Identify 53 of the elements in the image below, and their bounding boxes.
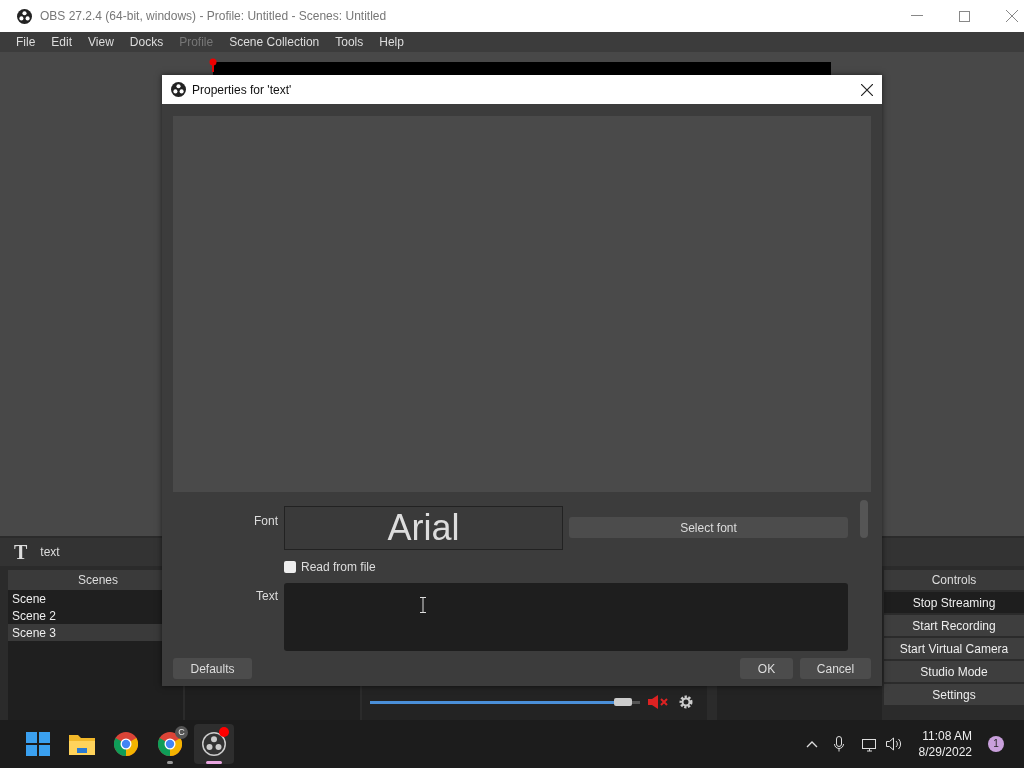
- playhead-pin-icon: [209, 58, 217, 72]
- ok-button[interactable]: OK: [740, 658, 793, 679]
- text-input-field[interactable]: [284, 583, 848, 651]
- menu-item[interactable]: Docks: [121, 33, 172, 51]
- scrollbar-thumb-icon[interactable]: [860, 500, 868, 538]
- settings-icon[interactable]: [678, 694, 694, 710]
- control-button[interactable]: Studio Mode: [884, 661, 1024, 682]
- cancel-button[interactable]: Cancel: [800, 658, 871, 679]
- window-title: OBS 27.2.4 (64-bit, windows) - Profile: Untitled - Scenes: Untitled: [40, 8, 387, 25]
- control-button[interactable]: Stop Streaming: [884, 592, 1024, 613]
- profile-badge: C: [175, 726, 188, 739]
- menu-item[interactable]: Help: [371, 33, 412, 51]
- volume-icon[interactable]: [885, 737, 903, 751]
- obs-logo-icon: [17, 8, 32, 24]
- control-button[interactable]: Start Recording: [884, 615, 1024, 636]
- control-button[interactable]: Start Virtual Camera: [884, 638, 1024, 659]
- running-indicator: [167, 761, 173, 764]
- folder-icon: [69, 733, 95, 755]
- taskbar-app[interactable]: [194, 724, 234, 764]
- menu-item[interactable]: View: [80, 33, 122, 51]
- menu-item[interactable]: Edit: [43, 33, 81, 51]
- notification-badge[interactable]: 1: [988, 736, 1004, 752]
- speaker-muted-icon[interactable]: [648, 695, 670, 709]
- text-cursor-icon: [419, 597, 427, 613]
- font-label: Font: [253, 513, 278, 530]
- select-font-button[interactable]: Select font: [569, 517, 848, 538]
- chrome-icon: [114, 732, 138, 756]
- checkbox-label: Read from file: [301, 559, 376, 576]
- menu-item[interactable]: Tools: [327, 33, 372, 51]
- clock-date[interactable]: 8/29/2022: [918, 744, 972, 760]
- windows-start-icon: [26, 732, 50, 756]
- close-icon[interactable]: [861, 83, 873, 96]
- obs-icon: [202, 732, 226, 756]
- minimize-icon[interactable]: [911, 15, 923, 17]
- defaults-button[interactable]: Defaults: [173, 658, 252, 679]
- dock-header: Controls: [884, 570, 1024, 590]
- maximize-icon[interactable]: [959, 10, 970, 22]
- running-indicator: [206, 761, 222, 764]
- clock-time[interactable]: 11:08 AM: [922, 728, 972, 744]
- chevron-up-icon[interactable]: [805, 740, 818, 748]
- menu-item[interactable]: Scene Collection: [221, 33, 328, 51]
- source-name: text: [40, 544, 60, 561]
- menu-item[interactable]: File: [8, 33, 44, 51]
- microphone-icon[interactable]: [833, 736, 844, 752]
- text-source-icon: T: [14, 542, 28, 562]
- obs-logo-icon: [171, 82, 186, 97]
- control-button[interactable]: Settings: [884, 684, 1024, 705]
- network-icon[interactable]: [861, 736, 878, 752]
- font-preview: Arial: [284, 506, 563, 550]
- checkbox[interactable]: [284, 561, 296, 573]
- dialog-title: Properties for 'text': [192, 81, 292, 99]
- text-label: Text: [255, 588, 278, 605]
- taskbar-app[interactable]: C: [150, 724, 190, 764]
